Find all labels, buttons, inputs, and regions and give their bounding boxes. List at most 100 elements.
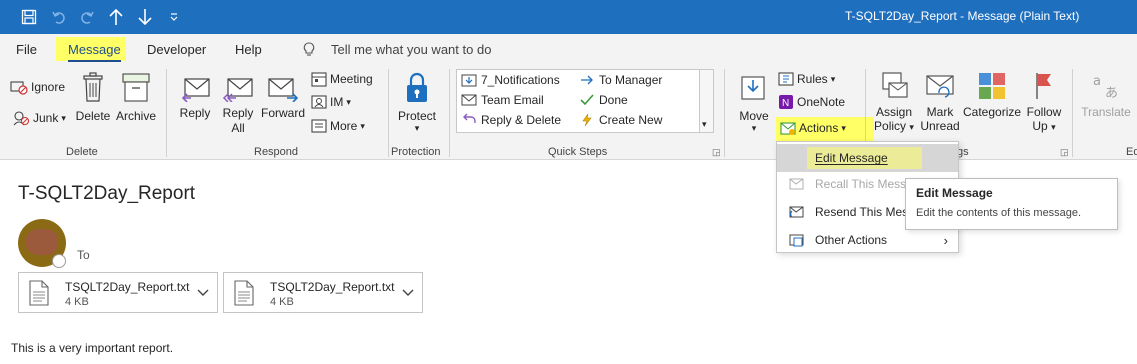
reply-all-label-2: All	[231, 121, 245, 135]
undo-icon[interactable]	[48, 6, 70, 28]
attachment-card[interactable]: TSQLT2Day_Report.txt 4 KB	[223, 272, 423, 313]
quick-steps-group-label: Quick Steps	[548, 146, 608, 158]
group-separator	[724, 69, 725, 157]
ignore-label: Ignore	[31, 80, 66, 94]
meeting-button[interactable]: Meeting	[311, 71, 373, 87]
quick-step-reply-delete[interactable]: Reply & Delete	[461, 113, 561, 127]
message-subject: T-SQLT2Day_Report	[18, 183, 196, 204]
group-separator	[388, 69, 389, 157]
customize-icon[interactable]	[163, 6, 185, 28]
translate-icon: aあ	[1093, 74, 1118, 101]
calendar-icon	[311, 72, 327, 87]
chevron-down-icon: ▾	[841, 122, 846, 133]
move-folder-icon	[741, 76, 765, 100]
tab-help[interactable]: Help	[235, 42, 262, 57]
reply-label: Reply	[179, 106, 211, 120]
respond-group-label: Respond	[254, 146, 299, 158]
assign-policy-button[interactable]: Assign Policy ▾	[872, 71, 916, 133]
arrow-right-icon	[581, 75, 593, 85]
follow-up-button[interactable]: Follow Up ▾	[1022, 71, 1066, 133]
dialog-launcher-icon[interactable]: ◲	[712, 147, 721, 158]
menu-item-other-actions[interactable]: Other Actions ›	[777, 226, 958, 254]
junk-label: Junk	[33, 111, 59, 125]
rules-icon	[778, 72, 794, 86]
onenote-icon: N	[779, 95, 793, 109]
recall-icon	[777, 177, 815, 191]
actions-button[interactable]: Actions ▾	[780, 120, 846, 136]
mark-unread-label-2: Unread	[920, 119, 960, 133]
mark-unread-label-1: Mark	[926, 105, 954, 119]
protection-group-label: Protection	[391, 146, 441, 158]
tab-developer[interactable]: Developer	[147, 42, 206, 57]
title-bar: T-SQLT2Day_Report - Message (Plain Text)	[0, 0, 1137, 34]
protect-label: Protect	[397, 109, 436, 123]
archive-icon	[122, 73, 150, 102]
attachment-card[interactable]: TSQLT2Day_Report.txt 4 KB	[18, 272, 218, 313]
save-icon[interactable]	[18, 6, 40, 28]
reply-all-button[interactable]: Reply All	[219, 74, 257, 135]
mark-unread-button[interactable]: Mark Unread	[918, 71, 962, 133]
window-title: T-SQLT2Day_Report - Message (Plain Text)	[845, 9, 1080, 23]
down-arrow-icon[interactable]	[134, 6, 156, 28]
quick-step-to-manager[interactable]: To Manager	[579, 73, 662, 87]
archive-button[interactable]: Archive	[114, 71, 158, 123]
up-arrow-icon[interactable]	[105, 6, 127, 28]
text-file-icon	[28, 280, 50, 309]
menu-item-edit-message[interactable]: Edit Message	[777, 144, 958, 172]
protect-button[interactable]: Protect ▾	[396, 71, 438, 134]
im-button[interactable]: IM ▾	[311, 94, 351, 110]
onenote-button[interactable]: N OneNote	[778, 94, 845, 110]
ignore-button[interactable]: Ignore	[10, 79, 65, 95]
quick-step-done[interactable]: Done	[579, 93, 628, 107]
quick-step-team-email[interactable]: Team Email	[461, 93, 544, 107]
quick-step-label: Reply & Delete	[481, 113, 562, 127]
envelope-unread-icon	[926, 75, 954, 98]
reply-button[interactable]: Reply	[176, 74, 214, 120]
active-tab-underline	[68, 60, 121, 62]
assign-policy-label-2: Policy	[874, 119, 907, 133]
reply-all-label-1: Reply	[222, 106, 254, 120]
ignore-icon	[10, 81, 28, 95]
forward-button[interactable]: Forward	[260, 74, 306, 120]
chevron-down-icon: ▾	[360, 120, 365, 131]
tab-message[interactable]: Message	[56, 37, 126, 62]
flag-icon	[1036, 73, 1051, 99]
presence-indicator	[52, 254, 66, 268]
svg-text:N: N	[782, 98, 789, 109]
delete-button[interactable]: Delete	[75, 71, 111, 123]
more-button[interactable]: More ▾	[311, 118, 365, 134]
dialog-launcher-icon[interactable]: ◲	[1060, 147, 1069, 158]
avatar-image	[26, 229, 58, 255]
chevron-down-icon: ▾	[346, 96, 351, 107]
rules-button[interactable]: Rules ▾	[778, 71, 835, 87]
quick-step-label: 7_Notifications	[481, 73, 560, 87]
translate-label: Translate	[1081, 105, 1131, 119]
envelope-icon	[461, 94, 477, 106]
reply-icon	[181, 78, 210, 102]
quick-step-notifications[interactable]: 7_Notifications	[461, 73, 560, 87]
editing-group-label: Ed	[1126, 146, 1137, 158]
delete-group-label: Delete	[66, 146, 98, 158]
text-file-icon	[233, 280, 255, 309]
redo-icon[interactable]	[76, 6, 98, 28]
more-label: More	[330, 119, 358, 133]
move-button[interactable]: Move ▾	[734, 71, 774, 134]
chevron-down-icon: ▾	[830, 73, 836, 84]
group-separator	[1072, 69, 1073, 157]
edit-message-tooltip: Edit Message Edit the contents of this m…	[905, 178, 1118, 230]
svg-text:あ: あ	[1105, 86, 1118, 101]
chevron-down-icon[interactable]	[197, 285, 209, 300]
tab-file[interactable]: File	[16, 42, 37, 57]
svg-text:a: a	[1093, 74, 1101, 89]
chevron-down-icon[interactable]	[402, 285, 414, 300]
quick-step-create-new[interactable]: Create New	[579, 113, 662, 127]
translate-button[interactable]: aあ Translate	[1080, 71, 1132, 119]
tab-message-label: Message	[68, 42, 121, 57]
tell-me-search[interactable]: Tell me what you want to do	[331, 42, 491, 57]
actions-label: Actions	[799, 121, 839, 135]
quick-steps-scrollbar[interactable]: ▾	[699, 70, 713, 132]
categorize-button[interactable]: Categorize	[963, 71, 1021, 119]
lightning-icon	[582, 113, 592, 127]
junk-button[interactable]: Junk ▾	[12, 110, 66, 126]
actions-icon	[780, 122, 796, 135]
